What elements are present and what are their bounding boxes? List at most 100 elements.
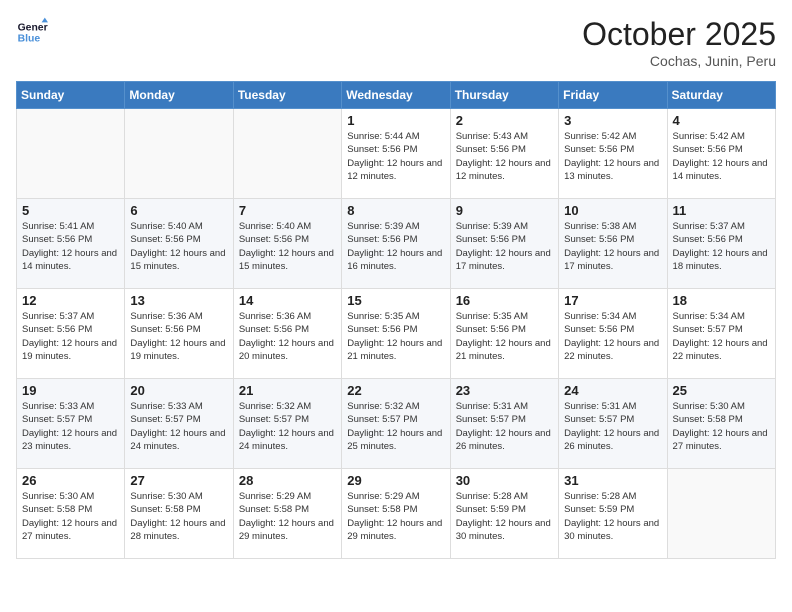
calendar-cell: 9Sunrise: 5:39 AMSunset: 5:56 PMDaylight…	[450, 199, 558, 289]
calendar-table: SundayMondayTuesdayWednesdayThursdayFrid…	[16, 81, 776, 559]
day-number: 9	[456, 203, 553, 218]
day-number: 13	[130, 293, 227, 308]
calendar-cell: 29 Sunrise: 5:29 AMSunset: 5:58 PMDayligh…	[342, 469, 450, 559]
calendar-cell: 18 Sunrise: 5:34 AMSunset: 5:57 PMDayligh…	[667, 289, 775, 379]
calendar-cell: 16 Sunrise: 5:35 AMSunset: 5:56 PMDayligh…	[450, 289, 558, 379]
day-info: Sunrise: 5:43 AMSunset: 5:56 PMDaylight:…	[456, 130, 553, 183]
weekday-header: Thursday	[450, 82, 558, 109]
weekday-header: Wednesday	[342, 82, 450, 109]
svg-text:General: General	[18, 22, 48, 33]
calendar-cell: 31 Sunrise: 5:28 AMSunset: 5:59 PMDayligh…	[559, 469, 667, 559]
day-number: 8	[347, 203, 444, 218]
weekday-header: Sunday	[17, 82, 125, 109]
calendar-cell: 25 Sunrise: 5:30 AMSunset: 5:58 PMDayligh…	[667, 379, 775, 469]
weekday-header: Tuesday	[233, 82, 341, 109]
calendar-cell: 27 Sunrise: 5:30 AMSunset: 5:58 PMDayligh…	[125, 469, 233, 559]
calendar-cell: 23Sunrise: 5:31 AMSunset: 5:57 PMDayligh…	[450, 379, 558, 469]
day-info: Sunrise: 5:44 AMSunset: 5:56 PMDaylight:…	[347, 130, 444, 183]
calendar-cell: 1 Sunrise: 5:44 AMSunset: 5:56 PMDaylight…	[342, 109, 450, 199]
logo: General Blue	[16, 16, 48, 48]
title-area: October 2025 Cochas, Junin, Peru	[582, 16, 776, 69]
day-info: Sunrise: 5:40 AMSunset: 5:56 PMDaylight:…	[239, 220, 336, 273]
calendar-cell: 13 Sunrise: 5:36 AMSunset: 5:56 PMDayligh…	[125, 289, 233, 379]
calendar-cell: 21 Sunrise: 5:32 AMSunset: 5:57 PMDayligh…	[233, 379, 341, 469]
day-info: Sunrise: 5:42 AMSunset: 5:56 PMDaylight:…	[564, 130, 661, 183]
calendar-cell: 4 Sunrise: 5:42 AMSunset: 5:56 PMDaylight…	[667, 109, 775, 199]
day-info: Sunrise: 5:39 AMSunset: 5:56 PMDaylight:…	[347, 220, 444, 273]
calendar-cell: 28 Sunrise: 5:29 AMSunset: 5:58 PMDayligh…	[233, 469, 341, 559]
day-info: Sunrise: 5:37 AMSunset: 5:56 PMDaylight:…	[673, 220, 770, 273]
calendar-cell: 6Sunrise: 5:40 AMSunset: 5:56 PMDaylight…	[125, 199, 233, 289]
day-number: 10	[564, 203, 661, 218]
calendar-cell: 26 Sunrise: 5:30 AMSunset: 5:58 PMDayligh…	[17, 469, 125, 559]
weekday-header: Saturday	[667, 82, 775, 109]
day-info: Sunrise: 5:30 AMSunset: 5:58 PMDaylight:…	[22, 490, 119, 543]
day-number: 27	[130, 473, 227, 488]
day-number: 5	[22, 203, 119, 218]
calendar-cell: 3 Sunrise: 5:42 AMSunset: 5:56 PMDaylight…	[559, 109, 667, 199]
logo-icon: General Blue	[16, 16, 48, 48]
day-info: Sunrise: 5:30 AMSunset: 5:58 PMDaylight:…	[130, 490, 227, 543]
day-number: 31	[564, 473, 661, 488]
day-info: Sunrise: 5:35 AMSunset: 5:56 PMDaylight:…	[456, 310, 553, 363]
day-number: 24	[564, 383, 661, 398]
day-info: Sunrise: 5:32 AMSunset: 5:57 PMDaylight:…	[347, 400, 444, 453]
day-info: Sunrise: 5:36 AMSunset: 5:56 PMDaylight:…	[239, 310, 336, 363]
calendar-cell: 19Sunrise: 5:33 AMSunset: 5:57 PMDayligh…	[17, 379, 125, 469]
day-info: Sunrise: 5:28 AMSunset: 5:59 PMDaylight:…	[456, 490, 553, 543]
day-number: 25	[673, 383, 770, 398]
day-number: 26	[22, 473, 119, 488]
day-info: Sunrise: 5:38 AMSunset: 5:56 PMDaylight:…	[564, 220, 661, 273]
day-info: Sunrise: 5:35 AMSunset: 5:56 PMDaylight:…	[347, 310, 444, 363]
calendar-cell: 7 Sunrise: 5:40 AMSunset: 5:56 PMDaylight…	[233, 199, 341, 289]
location-subtitle: Cochas, Junin, Peru	[582, 53, 776, 69]
day-number: 14	[239, 293, 336, 308]
page-header: General Blue October 2025 Cochas, Junin,…	[16, 16, 776, 69]
day-info: Sunrise: 5:32 AMSunset: 5:57 PMDaylight:…	[239, 400, 336, 453]
day-info: Sunrise: 5:36 AMSunset: 5:56 PMDaylight:…	[130, 310, 227, 363]
calendar-cell: 22 Sunrise: 5:32 AMSunset: 5:57 PMDayligh…	[342, 379, 450, 469]
day-number: 18	[673, 293, 770, 308]
day-number: 17	[564, 293, 661, 308]
day-number: 28	[239, 473, 336, 488]
day-info: Sunrise: 5:31 AMSunset: 5:57 PMDaylight:…	[564, 400, 661, 453]
calendar-header-row: SundayMondayTuesdayWednesdayThursdayFrid…	[17, 82, 776, 109]
calendar-cell	[667, 469, 775, 559]
day-info: Sunrise: 5:33 AMSunset: 5:57 PMDaylight:…	[22, 400, 119, 453]
day-info: Sunrise: 5:34 AMSunset: 5:57 PMDaylight:…	[673, 310, 770, 363]
calendar-cell: 14 Sunrise: 5:36 AMSunset: 5:56 PMDayligh…	[233, 289, 341, 379]
calendar-cell: 24 Sunrise: 5:31 AMSunset: 5:57 PMDayligh…	[559, 379, 667, 469]
day-number: 29	[347, 473, 444, 488]
calendar-cell: 15 Sunrise: 5:35 AMSunset: 5:56 PMDayligh…	[342, 289, 450, 379]
day-info: Sunrise: 5:30 AMSunset: 5:58 PMDaylight:…	[673, 400, 770, 453]
day-info: Sunrise: 5:28 AMSunset: 5:59 PMDaylight:…	[564, 490, 661, 543]
day-number: 7	[239, 203, 336, 218]
calendar-week-row: 12Sunrise: 5:37 AMSunset: 5:56 PMDayligh…	[17, 289, 776, 379]
calendar-week-row: 26 Sunrise: 5:30 AMSunset: 5:58 PMDayligh…	[17, 469, 776, 559]
day-number: 23	[456, 383, 553, 398]
day-info: Sunrise: 5:34 AMSunset: 5:56 PMDaylight:…	[564, 310, 661, 363]
day-info: Sunrise: 5:29 AMSunset: 5:58 PMDaylight:…	[239, 490, 336, 543]
day-info: Sunrise: 5:40 AMSunset: 5:56 PMDaylight:…	[130, 220, 227, 273]
calendar-cell	[17, 109, 125, 199]
day-number: 21	[239, 383, 336, 398]
day-number: 20	[130, 383, 227, 398]
weekday-header: Friday	[559, 82, 667, 109]
calendar-cell	[125, 109, 233, 199]
day-number: 1	[347, 113, 444, 128]
calendar-week-row: 5Sunrise: 5:41 AMSunset: 5:56 PMDaylight…	[17, 199, 776, 289]
day-number: 2	[456, 113, 553, 128]
calendar-cell: 10 Sunrise: 5:38 AMSunset: 5:56 PMDayligh…	[559, 199, 667, 289]
day-number: 15	[347, 293, 444, 308]
day-info: Sunrise: 5:29 AMSunset: 5:58 PMDaylight:…	[347, 490, 444, 543]
day-number: 22	[347, 383, 444, 398]
day-number: 30	[456, 473, 553, 488]
calendar-cell	[233, 109, 341, 199]
day-number: 4	[673, 113, 770, 128]
day-info: Sunrise: 5:42 AMSunset: 5:56 PMDaylight:…	[673, 130, 770, 183]
calendar-week-row: 1 Sunrise: 5:44 AMSunset: 5:56 PMDaylight…	[17, 109, 776, 199]
day-number: 16	[456, 293, 553, 308]
day-number: 3	[564, 113, 661, 128]
weekday-header: Monday	[125, 82, 233, 109]
svg-text:Blue: Blue	[18, 34, 41, 45]
